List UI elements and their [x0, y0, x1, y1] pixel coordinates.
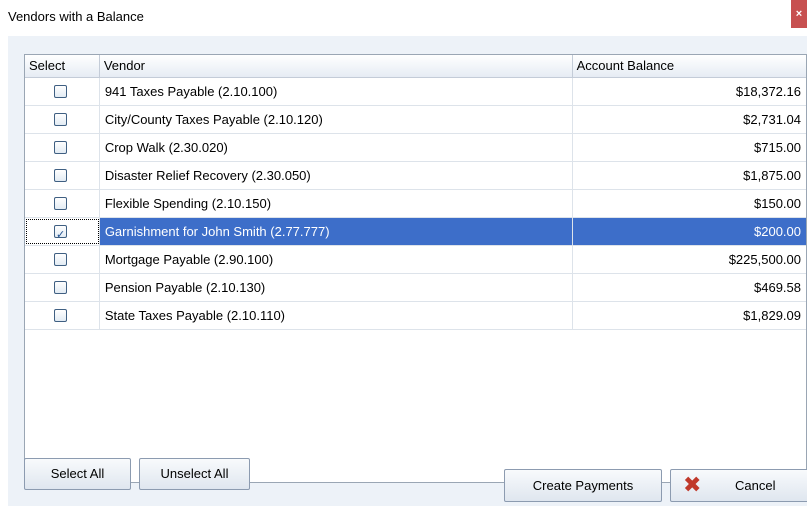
select-cell[interactable]: ✓ — [25, 274, 100, 301]
account-balance-cell[interactable]: $715.00 — [573, 134, 806, 161]
vendor-cell[interactable]: Disaster Relief Recovery (2.30.050) — [100, 162, 573, 189]
create-payments-button[interactable]: Create Payments — [504, 469, 662, 502]
row-checkbox[interactable]: ✓ — [54, 113, 67, 126]
row-checkbox[interactable]: ✓ — [54, 85, 67, 98]
close-icon: × — [795, 8, 803, 20]
row-checkbox[interactable]: ✓ — [54, 253, 67, 266]
vendor-cell[interactable]: 941 Taxes Payable (2.10.100) — [100, 78, 573, 105]
account-balance-cell[interactable]: $200.00 — [572, 218, 806, 245]
select-cell[interactable]: ✓ — [25, 162, 100, 189]
dialog-client-area: Select Vendor Account Balance ✓ 941 Taxes… — [8, 36, 807, 506]
cancel-x-icon: ✖ — [683, 472, 702, 497]
table-row[interactable]: ✓ City/County Taxes Payable (2.10.120)$2,… — [25, 106, 806, 134]
window-title: Vendors with a Balance — [8, 9, 144, 24]
vendor-cell[interactable]: City/County Taxes Payable (2.10.120) — [100, 106, 573, 133]
vendor-cell[interactable]: Mortgage Payable (2.90.100) — [100, 246, 573, 273]
unselect-all-button[interactable]: Unselect All — [139, 458, 250, 490]
account-balance-cell[interactable]: $469.58 — [573, 274, 806, 301]
row-checkbox[interactable]: ✓ — [54, 281, 67, 294]
row-checkbox[interactable]: ✓ — [54, 169, 67, 182]
account-balance-cell[interactable]: $18,372.16 — [573, 78, 806, 105]
row-checkbox[interactable]: ✓ — [54, 309, 67, 322]
vendor-grid: Select Vendor Account Balance ✓ 941 Taxes… — [24, 54, 807, 483]
grid-header: Select Vendor Account Balance — [25, 55, 806, 78]
select-cell[interactable]: ✓ — [25, 106, 100, 133]
vendor-cell[interactable]: Crop Walk (2.30.020) — [100, 134, 573, 161]
vendor-cell[interactable]: Garnishment for John Smith (2.77.777) — [99, 218, 573, 245]
table-row[interactable]: ✓ Mortgage Payable (2.90.100)$225,500.00 — [25, 246, 806, 274]
account-balance-cell[interactable]: $2,731.04 — [573, 106, 806, 133]
column-header-vendor[interactable]: Vendor — [100, 55, 573, 77]
row-checkbox[interactable]: ✓ — [54, 225, 67, 241]
select-cell[interactable]: ✓ — [25, 134, 100, 161]
table-row[interactable]: ✓ Crop Walk (2.30.020)$715.00 — [25, 134, 806, 162]
select-cell[interactable]: ✓ — [25, 78, 100, 105]
table-row[interactable]: ✓ Disaster Relief Recovery (2.30.050)$1,8… — [25, 162, 806, 190]
select-cell[interactable]: ✓ — [25, 218, 100, 245]
select-cell[interactable]: ✓ — [25, 190, 100, 217]
row-checkbox[interactable]: ✓ — [54, 141, 67, 154]
close-button[interactable]: × — [791, 0, 807, 28]
account-balance-cell[interactable]: $1,875.00 — [573, 162, 806, 189]
table-row[interactable]: ✓ Flexible Spending (2.10.150)$150.00 — [25, 190, 806, 218]
table-row[interactable]: ✓ Pension Payable (2.10.130)$469.58 — [25, 274, 806, 302]
title-bar: Vendors with a Balance × — [0, 0, 807, 34]
select-all-button[interactable]: Select All — [24, 458, 131, 490]
cancel-label: Cancel — [735, 478, 776, 493]
column-header-select[interactable]: Select — [25, 55, 100, 77]
account-balance-cell[interactable]: $225,500.00 — [573, 246, 806, 273]
grid-body: ✓941 Taxes Payable (2.10.100)$18,372.16✓… — [25, 78, 806, 330]
account-balance-cell[interactable]: $1,829.09 — [573, 302, 806, 329]
vendor-cell[interactable]: State Taxes Payable (2.10.110) — [100, 302, 573, 329]
column-header-account-balance[interactable]: Account Balance — [573, 55, 806, 77]
table-row[interactable]: ✓ Garnishment for John Smith (2.77.777) $2… — [25, 218, 806, 246]
table-row[interactable]: ✓ State Taxes Payable (2.10.110)$1,829.09 — [25, 302, 806, 330]
cancel-button[interactable]: ✖ Cancel — [670, 469, 807, 502]
table-row[interactable]: ✓ 941 Taxes Payable (2.10.100)$18,372.16 — [25, 78, 806, 106]
checkmark-icon: ✓ — [56, 229, 66, 241]
select-cell[interactable]: ✓ — [25, 246, 100, 273]
vendor-cell[interactable]: Pension Payable (2.10.130) — [100, 274, 573, 301]
account-balance-cell[interactable]: $150.00 — [573, 190, 806, 217]
vendor-cell[interactable]: Flexible Spending (2.10.150) — [100, 190, 573, 217]
row-checkbox[interactable]: ✓ — [54, 197, 67, 210]
select-cell[interactable]: ✓ — [25, 302, 100, 329]
